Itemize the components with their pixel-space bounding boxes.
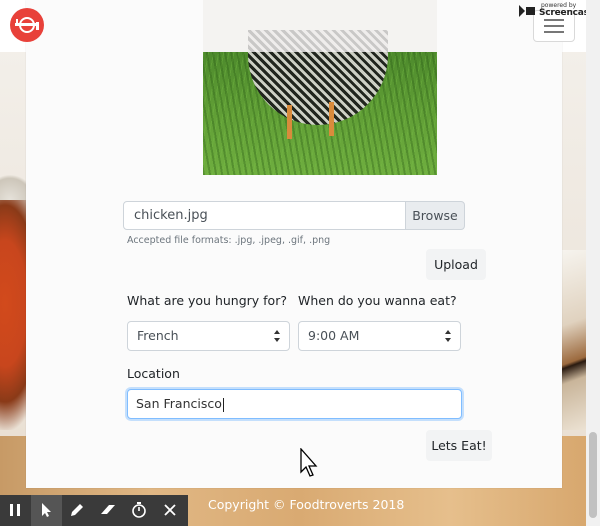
timer-icon bbox=[132, 502, 146, 518]
lets-eat-button[interactable]: Lets Eat! bbox=[426, 430, 492, 461]
fork-knife-logo-icon[interactable] bbox=[10, 8, 44, 42]
pen-tool-button[interactable] bbox=[62, 495, 93, 526]
photo-leg bbox=[329, 102, 334, 136]
time-label: When do you wanna eat? bbox=[298, 293, 457, 308]
photo-fade bbox=[203, 0, 437, 52]
select-arrows-icon bbox=[445, 330, 451, 342]
eraser-tool-button[interactable] bbox=[93, 495, 124, 526]
screencastify-logo-icon bbox=[519, 5, 535, 17]
file-input-group[interactable]: chicken.jpg Browse bbox=[123, 201, 465, 230]
cuisine-select[interactable]: French bbox=[127, 321, 290, 351]
timer-button[interactable] bbox=[124, 495, 155, 526]
file-format-hint: Accepted file formats: .jpg, .jpeg, .gif… bbox=[127, 235, 331, 246]
pointer-icon bbox=[42, 503, 51, 517]
hamburger-bar bbox=[544, 31, 564, 33]
photo-leg bbox=[287, 105, 292, 139]
location-input[interactable]: San Francisco bbox=[127, 389, 462, 419]
file-name-field[interactable]: chicken.jpg bbox=[123, 201, 406, 230]
pause-button[interactable] bbox=[0, 495, 31, 526]
pause-icon bbox=[10, 504, 20, 516]
cuisine-select-value: French bbox=[137, 328, 179, 343]
recorder-toolbar bbox=[0, 495, 188, 526]
location-input-value: San Francisco bbox=[136, 396, 222, 411]
hamburger-bar bbox=[544, 25, 564, 27]
time-select[interactable]: 9:00 AM bbox=[298, 321, 461, 351]
close-icon bbox=[164, 504, 176, 516]
pointer-tool-button[interactable] bbox=[31, 495, 62, 526]
browse-button[interactable]: Browse bbox=[405, 201, 465, 230]
upload-button[interactable]: Upload bbox=[426, 249, 486, 280]
footer-copyright: Copyright © Foodtroverts 2018 bbox=[208, 497, 405, 512]
time-select-value: 9:00 AM bbox=[308, 328, 360, 343]
pen-icon bbox=[71, 504, 83, 516]
text-caret bbox=[222, 397, 224, 412]
main-card: chicken.jpg Browse Accepted file formats… bbox=[26, 0, 562, 488]
select-arrows-icon bbox=[274, 330, 280, 342]
close-toolbar-button[interactable] bbox=[155, 495, 186, 526]
location-label: Location bbox=[127, 366, 180, 381]
cuisine-label: What are you hungry for? bbox=[127, 293, 287, 308]
scrollbar-thumb[interactable] bbox=[589, 432, 597, 518]
uploaded-photo-preview bbox=[203, 0, 437, 175]
mouse-cursor-icon bbox=[300, 448, 318, 477]
eraser-icon bbox=[101, 505, 115, 514]
